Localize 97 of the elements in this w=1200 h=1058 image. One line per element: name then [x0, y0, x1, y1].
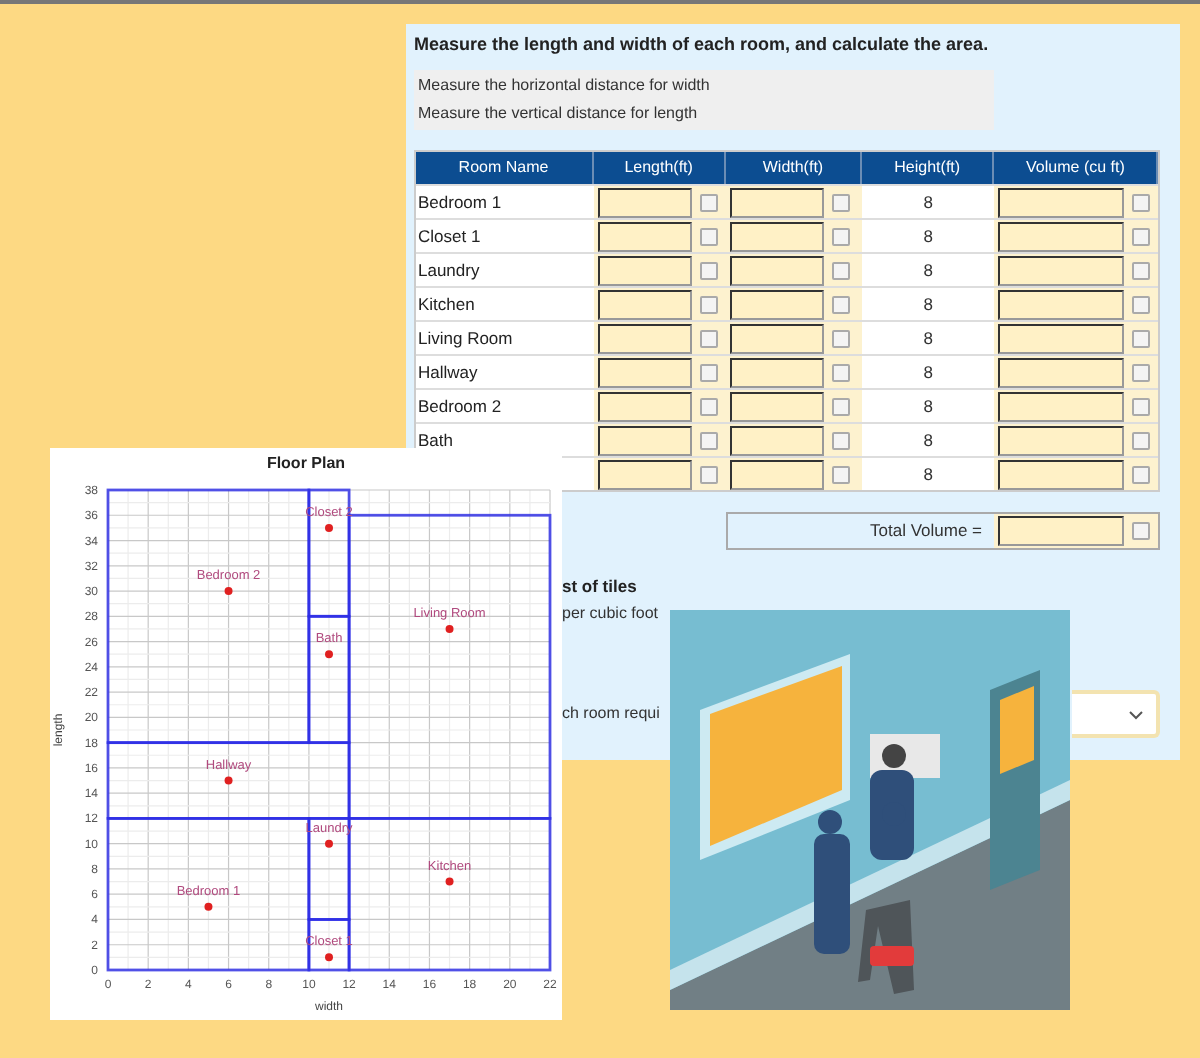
input-field[interactable] — [597, 425, 692, 455]
checkbox[interactable] — [832, 431, 851, 449]
height-value: 8 — [923, 223, 933, 249]
height-value: 8 — [923, 189, 933, 215]
checkbox[interactable] — [699, 329, 718, 347]
checkbox[interactable] — [1132, 227, 1151, 245]
checkbox[interactable] — [1132, 431, 1151, 449]
dropdown[interactable] — [1072, 690, 1160, 738]
column-header: Width(ft) — [726, 152, 862, 184]
input-field[interactable] — [597, 357, 692, 387]
input-field[interactable] — [998, 425, 1125, 455]
data-point — [325, 953, 333, 962]
checkbox[interactable] — [832, 261, 851, 279]
checkbox[interactable] — [832, 363, 851, 381]
column-header: Length(ft) — [593, 152, 727, 184]
hint-text: Measure the horizontal distance for width — [418, 74, 712, 98]
instruction-text: ch room requi — [562, 702, 660, 726]
input-field[interactable] — [730, 391, 825, 421]
checkbox[interactable] — [699, 397, 718, 415]
input-field[interactable] — [998, 221, 1125, 251]
input-field[interactable] — [730, 221, 825, 251]
checkbox[interactable] — [699, 261, 718, 279]
input-field[interactable] — [730, 255, 825, 285]
input-field[interactable] — [730, 425, 825, 455]
input-field[interactable] — [730, 323, 825, 353]
room-name: Closet 1 — [418, 223, 481, 249]
chart-title: Floor Plan — [266, 452, 346, 476]
data-point — [325, 839, 333, 848]
data-point — [325, 650, 333, 659]
data-point — [445, 877, 454, 886]
checkbox[interactable] — [1132, 397, 1151, 415]
checkbox[interactable] — [832, 397, 851, 415]
room-name: Hallway — [418, 359, 478, 385]
height-value: 8 — [923, 359, 933, 385]
input-field[interactable] — [730, 357, 825, 387]
input-field[interactable] — [730, 459, 825, 489]
room-name: Bedroom 1 — [418, 189, 502, 215]
data-point — [224, 587, 233, 596]
input-field[interactable] — [597, 391, 692, 421]
checkbox[interactable] — [1132, 261, 1151, 279]
height-value: 8 — [923, 393, 933, 419]
instruction-text: per cubic foot — [562, 602, 661, 626]
checkbox[interactable] — [1132, 363, 1151, 381]
column-header: Room Name — [416, 152, 594, 184]
section-heading: st of tiles — [562, 574, 639, 600]
input-field[interactable] — [597, 255, 692, 285]
input-field[interactable] — [597, 221, 692, 251]
checkbox[interactable] — [699, 227, 718, 245]
room-name: Laundry — [418, 257, 480, 283]
input-field[interactable] — [998, 516, 1124, 546]
checkbox[interactable] — [1132, 295, 1151, 313]
height-value: 8 — [923, 461, 933, 487]
input-field[interactable] — [597, 459, 692, 489]
checkbox[interactable] — [699, 363, 718, 381]
room-name: Living Room — [418, 325, 513, 351]
data-point — [325, 523, 333, 532]
data-point — [224, 776, 233, 785]
input-field[interactable] — [998, 357, 1125, 387]
data-point — [204, 902, 213, 911]
checkbox[interactable] — [1132, 465, 1151, 483]
data-point — [445, 624, 454, 633]
total-label: Total Volume = — [868, 518, 984, 544]
input-field[interactable] — [998, 289, 1125, 319]
column-header: Volume (cu ft) — [994, 152, 1158, 184]
input-field[interactable] — [998, 459, 1125, 489]
checkbox[interactable] — [699, 431, 718, 449]
column-header: Height(ft) — [861, 152, 995, 184]
checkbox[interactable] — [1132, 522, 1150, 540]
checkbox[interactable] — [832, 465, 851, 483]
input-field[interactable] — [998, 391, 1125, 421]
checkbox[interactable] — [1132, 329, 1151, 347]
checkbox[interactable] — [699, 295, 718, 313]
input-field[interactable] — [998, 255, 1125, 285]
checkbox[interactable] — [699, 465, 718, 483]
input-field[interactable] — [597, 187, 692, 217]
height-value: 8 — [923, 257, 933, 283]
input-field[interactable] — [597, 289, 692, 319]
height-value: 8 — [923, 325, 933, 351]
checkbox[interactable] — [1132, 193, 1151, 211]
checkbox[interactable] — [699, 193, 718, 211]
worksheet-heading: Measure the length and width of each room, and calculate the area. — [414, 32, 991, 58]
height-value: 8 — [923, 427, 933, 453]
room-name: Bath — [418, 427, 453, 453]
hint-text: Measure the vertical distance for length — [418, 102, 700, 126]
height-value: 8 — [923, 291, 933, 317]
input-field[interactable] — [730, 289, 825, 319]
checkbox[interactable] — [832, 227, 851, 245]
checkbox[interactable] — [832, 295, 851, 313]
room-name: Bedroom 2 — [418, 393, 502, 419]
chevron-down-icon — [1128, 709, 1144, 719]
input-field[interactable] — [998, 187, 1125, 217]
room-name: Kitchen — [418, 291, 475, 317]
input-field[interactable] — [730, 187, 825, 217]
checkbox[interactable] — [832, 329, 851, 347]
input-field[interactable] — [998, 323, 1125, 353]
input-field[interactable] — [597, 323, 692, 353]
checkbox[interactable] — [832, 193, 851, 211]
